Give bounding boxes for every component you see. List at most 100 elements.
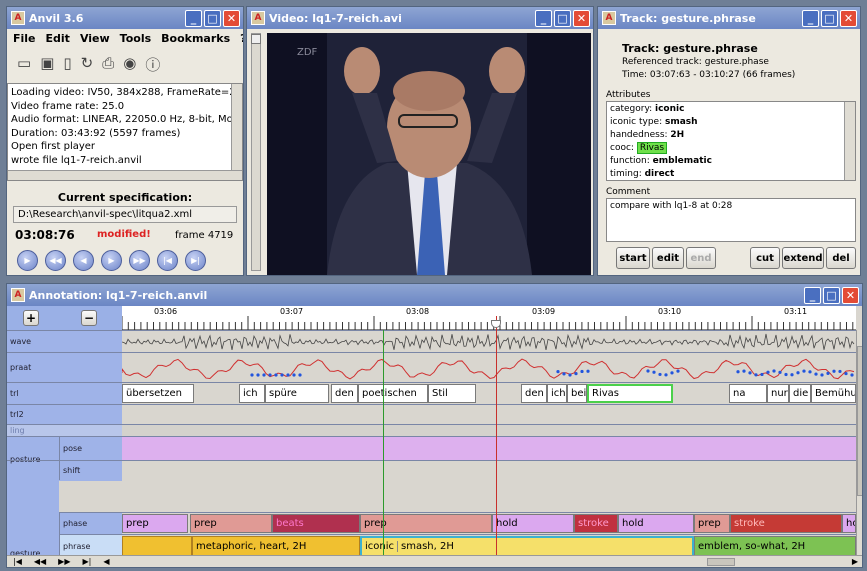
trl-word[interactable]: ich (547, 384, 567, 403)
trl-word[interactable]: Stil (428, 384, 476, 403)
menu-edit[interactable]: Edit (46, 32, 70, 45)
open-icon[interactable]: ▭ (17, 54, 31, 75)
trl2-track[interactable] (122, 405, 856, 424)
del-button[interactable]: del (826, 247, 856, 269)
comment-field[interactable]: compare with lq1-8 at 0:28 (606, 198, 856, 242)
horizontal-scrollbar[interactable] (122, 557, 840, 566)
close-button[interactable]: ✕ (842, 286, 859, 304)
to-start-icon[interactable]: |◀ (157, 250, 178, 271)
video-title-bar[interactable]: A Video: lq1-7-reich.avi _ □ ✕ (247, 7, 593, 29)
phase-element[interactable]: prep (190, 514, 272, 533)
attr-category[interactable]: category: iconic (610, 103, 852, 116)
phase-element[interactable]: stroke (574, 514, 618, 533)
nav-prev-icon[interactable]: ◀◀ (34, 557, 46, 566)
cut-button[interactable]: cut (750, 247, 780, 269)
menu-tools[interactable]: Tools (120, 32, 151, 45)
maximize-button[interactable]: □ (554, 9, 571, 27)
extend-button[interactable]: extend (782, 247, 824, 269)
attr-iconic-type[interactable]: iconic type: smash (610, 116, 852, 129)
minimize-button[interactable]: _ (185, 9, 202, 27)
nav-first-icon[interactable]: |◀ (13, 557, 22, 566)
step-forward-icon[interactable]: ▶ (101, 250, 122, 271)
minimize-button[interactable]: _ (804, 286, 821, 304)
phase-element[interactable]: stroke (730, 514, 842, 533)
log-vertical-scrollbar[interactable] (231, 84, 242, 180)
minimize-button[interactable]: _ (802, 9, 819, 27)
h-scroll-thumb[interactable] (706, 557, 735, 566)
menu-file[interactable]: File (13, 32, 36, 45)
trl-word[interactable]: bei (567, 384, 587, 403)
menu-bookmarks[interactable]: Bookmarks (161, 32, 230, 45)
attr-cooc[interactable]: cooc: Rivas (610, 142, 852, 155)
nav-next-icon[interactable]: ▶▶ (58, 557, 70, 566)
phrase-element[interactable]: emblem, so-what, 2H (694, 536, 856, 557)
attr-handedness[interactable]: handedness: 2H (610, 129, 852, 142)
maximize-button[interactable]: □ (204, 9, 221, 27)
anvil-title-bar[interactable]: A Anvil 3.6 _ □ ✕ (7, 7, 243, 29)
pose-track[interactable] (122, 437, 856, 460)
refresh-icon[interactable]: ↻ (81, 54, 94, 75)
find-icon[interactable]: ◉ (123, 54, 136, 75)
time-ruler[interactable]: 03:06 03:07 03:08 03:09 03:10 03:11 (121, 306, 856, 330)
close-button[interactable]: ✕ (573, 9, 590, 27)
phrase-element[interactable]: metaphoric, heart, 2H (192, 536, 360, 557)
video-slider[interactable] (251, 33, 261, 271)
fast-forward-icon[interactable]: ▶▶ (129, 250, 150, 271)
attr-function[interactable]: function: emblematic (610, 155, 852, 168)
zoom-out-button[interactable]: − (81, 310, 97, 326)
info-icon[interactable]: ⓘ (145, 54, 160, 75)
trl-word[interactable]: ich (239, 384, 265, 403)
phrase-element-selected[interactable]: iconic smash, 2H (360, 536, 694, 557)
trl-track[interactable]: übersetzen ich spüre den poetischen Stil… (122, 383, 856, 404)
trl-word[interactable]: poetischen (358, 384, 428, 403)
save-icon[interactable]: ▣ (40, 54, 54, 75)
phase-element[interactable]: hold (492, 514, 574, 533)
slider-thumb[interactable] (251, 34, 261, 44)
ling-track[interactable] (122, 425, 856, 436)
step-back-icon[interactable]: ◀ (73, 250, 94, 271)
zoom-in-button[interactable]: + (23, 310, 39, 326)
to-end-icon[interactable]: ▶| (185, 250, 206, 271)
wave-track[interactable] (121, 331, 856, 352)
attr-timing[interactable]: timing: direct (610, 168, 852, 180)
spec-path-field[interactable]: D:\Research\anvil-spec\litqua2.xml (13, 206, 237, 223)
phase-element[interactable]: prep (360, 514, 492, 533)
rewind-icon[interactable]: ◀◀ (45, 250, 66, 271)
trl-word[interactable]: Bemühung (811, 384, 856, 403)
nav-last-icon[interactable]: ▶| (82, 557, 91, 566)
play-icon[interactable]: ▶ (17, 250, 38, 271)
horizontal-scroll-left-icon[interactable]: ◀ (103, 557, 109, 566)
menu-help[interactable]: ? (240, 32, 243, 45)
menu-view[interactable]: View (80, 32, 110, 45)
trl-word[interactable]: übersetzen (122, 384, 194, 403)
maximize-button[interactable]: □ (821, 9, 838, 27)
annotation-title-bar[interactable]: A Annotation: lq1-7-reich.anvil _ □ ✕ (7, 284, 862, 306)
phase-element[interactable]: beats (272, 514, 360, 533)
shift-track[interactable] (122, 461, 856, 480)
close-button[interactable]: ✕ (840, 9, 857, 27)
minimize-button[interactable]: _ (535, 9, 552, 27)
close-button[interactable]: ✕ (223, 9, 240, 27)
trl-word[interactable]: nur (767, 384, 789, 403)
phase-element[interactable]: prep (122, 514, 188, 533)
print-icon[interactable]: ⎙ (102, 54, 114, 75)
phase-element[interactable]: hold (618, 514, 694, 533)
phase-track[interactable]: prep prep beats prep hold stroke hold pr… (122, 513, 856, 534)
praat-track[interactable] (121, 353, 856, 382)
phrase-element[interactable] (122, 536, 192, 557)
trl-word[interactable]: die (789, 384, 811, 403)
horizontal-scroll-right-icon[interactable]: ▶ (852, 557, 858, 566)
annotation-vertical-scrollbar[interactable] (856, 330, 862, 567)
scroll-thumb[interactable] (857, 346, 862, 496)
phase-element[interactable]: hold (842, 514, 856, 533)
trl-word[interactable]: den (521, 384, 547, 403)
trl-word-selected[interactable]: Rivas (587, 384, 673, 403)
edit-button[interactable]: edit (652, 247, 684, 269)
attributes-scrollbar[interactable] (844, 102, 855, 180)
log-horizontal-scrollbar[interactable] (8, 170, 242, 180)
phase-element[interactable]: prep (694, 514, 730, 533)
track-title-bar[interactable]: A Track: gesture.phrase _ □ ✕ (598, 7, 860, 29)
new-icon[interactable]: ▯ (63, 54, 71, 75)
start-button[interactable]: start (616, 247, 650, 269)
trl-word[interactable]: spüre (265, 384, 329, 403)
